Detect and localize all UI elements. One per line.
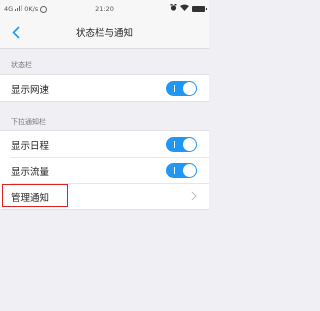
alarm-icon: [170, 4, 177, 13]
show-schedule-toggle[interactable]: [166, 137, 197, 152]
show-speed-label: 显示网速: [11, 85, 50, 96]
show-speed-row: 显示网速: [0, 75, 209, 101]
show-speed-toggle[interactable]: [166, 81, 197, 96]
status-bar-group: 显示网速: [0, 74, 209, 102]
chevron-right-icon: [191, 191, 197, 201]
section-header-status-bar: 状态栏: [11, 61, 32, 69]
show-schedule-label: 显示日程: [11, 141, 50, 152]
navigation-bar: 状态栏与通知: [0, 17, 209, 49]
page-title: 状态栏与通知: [75, 28, 133, 39]
show-data-toggle[interactable]: [166, 163, 197, 178]
manage-notifications-row[interactable]: 管理通知: [0, 183, 209, 209]
show-schedule-row: 显示日程: [0, 131, 209, 157]
wifi-icon: [180, 4, 189, 13]
show-data-row: 显示流量: [0, 157, 209, 183]
section-header-pulldown: 下拉通知栏: [11, 118, 46, 126]
pulldown-group: 显示日程 显示流量 管理通知: [0, 130, 209, 210]
system-status-bar: 4G 0K/s 21:20: [0, 0, 209, 17]
manage-notifications-label: 管理通知: [11, 193, 50, 204]
show-data-label: 显示流量: [11, 167, 50, 178]
battery-icon: [192, 5, 207, 12]
